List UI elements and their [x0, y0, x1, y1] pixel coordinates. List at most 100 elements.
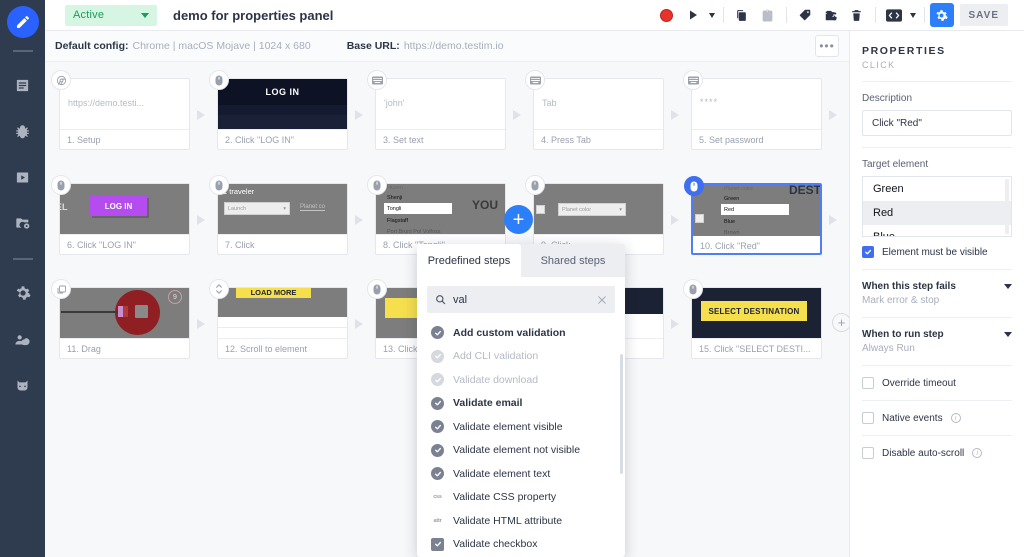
dropdown-item-validate-email[interactable]: Validate email [417, 392, 625, 416]
step-card-12[interactable]: LOAD MORE 12. Scroll to element [209, 279, 348, 359]
sidebar-item-runs[interactable] [12, 166, 34, 188]
thumb-bg: Husen Shenji Tongli Flagstaff Port Brunt… [376, 184, 505, 234]
description-label: Description [862, 93, 913, 104]
native-events-row[interactable]: Native events i [862, 412, 1012, 424]
step-thumbnail: Tab [534, 79, 663, 130]
target-option-green[interactable]: Green [863, 177, 1011, 201]
step-card-1[interactable]: https://demo.testi... 1. Setup [51, 70, 190, 150]
step-card-11[interactable]: 9 11. Drag [51, 279, 190, 359]
divider [862, 147, 1012, 148]
dropdown-item-validate-element-not-visible[interactable]: Validate element not visible [417, 439, 625, 463]
toolbar-divider-3 [874, 7, 876, 23]
dropdown-item-validate-html-attribute[interactable]: attr Validate HTML attribute [417, 509, 625, 533]
search-input[interactable]: val [453, 294, 590, 306]
check-icon [865, 249, 871, 255]
scroll-icon [209, 279, 229, 299]
dropdown-item-add-cli-validation[interactable]: Add CLI validation [417, 345, 625, 369]
dropdown-scrollbar[interactable] [620, 354, 623, 474]
drag-handle-b [123, 306, 128, 317]
sidebar-item-labs[interactable] [12, 374, 34, 396]
step-card-7[interactable]: 1 traveler Launch ▾ Planet co 7. Click [209, 175, 348, 255]
disable-autoscroll-row[interactable]: Disable auto-scroll i [862, 447, 1012, 459]
code-button[interactable] [881, 2, 907, 28]
step-card-2[interactable]: LOG IN 2. Click "LOG IN" [209, 70, 348, 150]
paste-button[interactable] [755, 2, 781, 28]
sidebar-item-tests-list[interactable] [12, 74, 34, 96]
step-value-text: 'john' [384, 98, 405, 108]
when-step-fails-row[interactable]: When this step fails [862, 281, 1012, 292]
attr-text-icon: attr [433, 517, 442, 524]
add-step-button[interactable]: + [504, 205, 533, 234]
dropdown-item-validate-element-visible[interactable]: Validate element visible [417, 415, 625, 439]
copy-button[interactable] [729, 2, 755, 28]
small-select-preview [695, 214, 704, 223]
divider [862, 365, 1012, 366]
step-card-15[interactable]: SELECT DESTINATION 15. Click "SELECT DES… [683, 279, 822, 359]
sidebar-item-account[interactable] [12, 328, 34, 350]
dropdown-item-validate-checkbox[interactable]: Validate checkbox [417, 533, 625, 557]
step-card-4[interactable]: Tab 4. Press Tab [525, 70, 664, 150]
tab-shared-steps[interactable]: Shared steps [521, 244, 625, 277]
divider [862, 269, 1012, 270]
settings-button[interactable] [929, 3, 954, 27]
info-icon[interactable]: i [972, 448, 983, 458]
when-step-fails-label: When this step fails [862, 281, 956, 292]
dropdown-item-add-custom-validation[interactable]: Add custom validation [417, 321, 625, 345]
dropdown-search[interactable]: val [427, 286, 615, 313]
destination-heading-preview: DEST [789, 185, 820, 197]
save-button[interactable]: SAVE [959, 4, 1008, 26]
tab-predefined-steps[interactable]: Predefined steps [417, 244, 521, 277]
override-timeout-checkbox[interactable] [862, 377, 874, 389]
check-circle-icon [431, 326, 444, 340]
dropdown-item-validate-download[interactable]: Validate download [417, 368, 625, 392]
target-option-red[interactable]: Red [863, 201, 1011, 225]
dropdown-item-validate-css-property[interactable]: css Validate CSS property [417, 486, 625, 510]
pencil-logo-icon[interactable] [6, 6, 39, 38]
step-card-3[interactable]: 'john' 3. Set text [367, 70, 506, 150]
default-config-value[interactable]: Chrome | macOS Mojave | 1024 x 680 [133, 40, 311, 52]
drag-count-badge: 9 [168, 290, 182, 304]
when-to-run-step-row[interactable]: When to run step [862, 329, 1012, 340]
native-events-checkbox[interactable] [862, 412, 874, 424]
new-folder-button[interactable] [818, 2, 844, 28]
config-more-button[interactable]: ••• [815, 35, 839, 57]
drag-square [135, 305, 148, 318]
sidebar-item-suites[interactable] [12, 212, 34, 234]
run-button[interactable] [680, 2, 706, 28]
thumb-band-2 [218, 115, 347, 129]
dropdown-item-label: Validate element visible [453, 420, 563, 433]
thumb-bg: 'john' [376, 79, 505, 129]
element-must-be-visible-row[interactable]: Element must be visible [862, 246, 1012, 258]
add-step-end-button[interactable]: + [832, 313, 849, 332]
delete-button[interactable] [844, 2, 870, 28]
run-options-caret[interactable] [706, 2, 718, 28]
step-card-10[interactable]: Planet color Green Red Blue Brown DEST 1… [684, 176, 822, 255]
code-options-caret[interactable] [907, 2, 919, 28]
target-scrollbar[interactable] [1005, 179, 1009, 234]
element-must-be-visible-checkbox[interactable] [862, 246, 874, 258]
label-button[interactable] [792, 2, 818, 28]
when-to-run-step-value: Always Run [862, 343, 915, 354]
thumb-bg: 9 [60, 288, 189, 338]
disable-autoscroll-checkbox[interactable] [862, 447, 874, 459]
base-url-value[interactable]: https://demo.testim.io [404, 40, 504, 52]
sidebar-item-bugs[interactable] [12, 120, 34, 142]
step-thumbnail: 9 [60, 288, 189, 339]
test-status-dropdown[interactable]: Active [65, 4, 157, 26]
dropdown-item-validate-element-text[interactable]: Validate element text [417, 462, 625, 486]
step-label: 1. Setup [67, 135, 101, 145]
description-input[interactable]: Click "Red" [862, 110, 1012, 136]
check-circle-icon [431, 443, 444, 457]
close-icon[interactable] [597, 295, 607, 305]
override-timeout-label: Override timeout [882, 377, 956, 389]
info-icon[interactable]: i [950, 413, 961, 423]
target-element-listbox[interactable]: Green Red Blue [862, 176, 1012, 237]
sidebar-item-settings[interactable] [12, 282, 34, 304]
override-timeout-row[interactable]: Override timeout [862, 377, 1012, 389]
record-button[interactable] [654, 2, 680, 28]
login-button-preview: LOG IN [218, 79, 347, 105]
step-card-6[interactable]: EL LOG IN 6. Click "LOG IN" [51, 175, 190, 255]
step-card-5[interactable]: **** 5. Set password [683, 70, 822, 150]
target-option-blue[interactable]: Blue [863, 225, 1011, 236]
check-circle-icon [431, 420, 444, 434]
